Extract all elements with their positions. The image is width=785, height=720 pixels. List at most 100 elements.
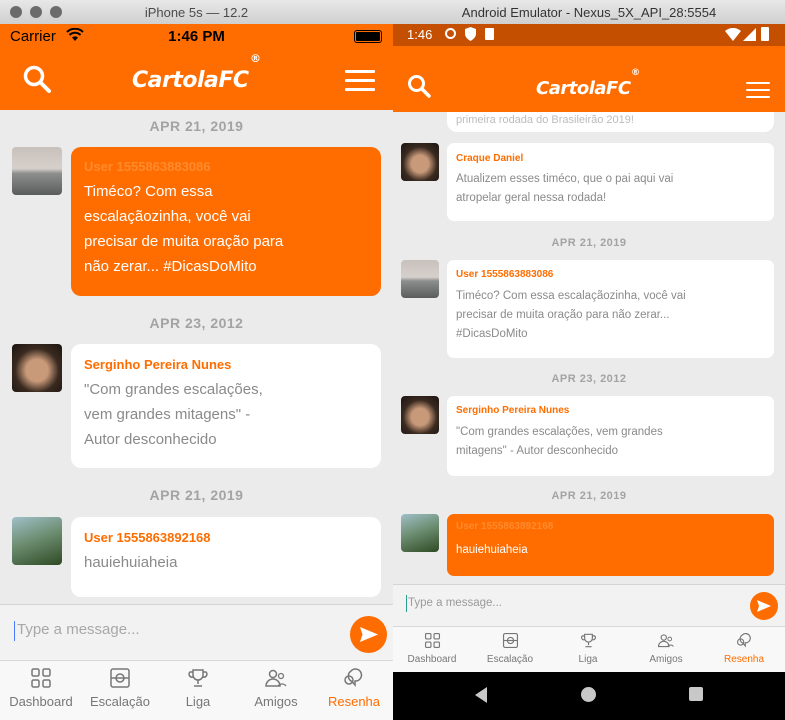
- field-icon: [110, 668, 130, 688]
- tab-label: Liga: [578, 654, 598, 665]
- dashboard-icon: [31, 668, 51, 688]
- ios-window-title: iPhone 5s — 12.2: [144, 5, 249, 20]
- message-input[interactable]: Type a message...: [17, 621, 140, 638]
- message-text-line: "Com grandes escalações, vem grandes: [456, 426, 663, 438]
- message-username: Craque Daniel: [456, 153, 524, 164]
- ios-app-header: CartolaFC ®: [0, 48, 393, 110]
- avatar[interactable]: [12, 147, 62, 195]
- cartola-logo: CartolaFC: [132, 68, 249, 93]
- menu-icon[interactable]: [746, 82, 770, 98]
- android-clock: 1:46: [407, 27, 433, 42]
- settings-icon: [445, 28, 456, 39]
- message-text-line: precisar de muita oração para não zerar.…: [456, 309, 670, 321]
- ios-status-bar: Carrier 1:46 PM: [0, 24, 393, 48]
- date-separator: APR 23, 2012: [149, 315, 244, 331]
- tab-dashboard[interactable]: Dashboard: [393, 632, 471, 665]
- ios-clock: 1:46 PM: [168, 28, 225, 45]
- message-username: Serginho Pereira Nunes: [84, 357, 232, 372]
- tab-escalacao[interactable]: Escalação: [80, 667, 160, 709]
- logo-mark: ®: [250, 52, 261, 65]
- signal-icon: [743, 28, 756, 44]
- avatar[interactable]: [401, 514, 439, 552]
- message-username: User 1555863892168: [84, 530, 211, 545]
- message-text-line: Timéco? Com essa: [84, 183, 213, 200]
- date-separator: APR 23, 2012: [551, 373, 627, 385]
- message-bubble[interactable]: Serginho Pereira Nunes "Com grandes esca…: [71, 344, 381, 468]
- trophy-icon: [580, 633, 596, 648]
- message-text-line: hauiehuiahei​a: [456, 544, 528, 556]
- tab-escalacao[interactable]: Escalação: [471, 632, 549, 665]
- ios-chat-body[interactable]: APR 21, 2019 User 1555863883086 Timéco? …: [0, 110, 393, 604]
- avatar[interactable]: [401, 396, 439, 434]
- ios-simulator-window: iPhone 5s — 12.2 Carrier 1:46 PM Cartola…: [0, 0, 393, 720]
- message-bubble[interactable]: primeira rodada do Brasileirão 2019!: [447, 112, 774, 132]
- tab-liga[interactable]: Liga: [549, 632, 627, 665]
- text-cursor: [406, 595, 407, 612]
- tab-label: Escalação: [90, 694, 150, 709]
- message-username: User 1555863883086: [456, 269, 554, 280]
- back-icon[interactable]: [473, 686, 489, 709]
- menu-icon[interactable]: [345, 70, 375, 92]
- tab-label: Liga: [185, 694, 211, 709]
- sd-card-icon: [485, 28, 494, 40]
- message-text-line: precisar de muita oração para: [84, 233, 284, 250]
- logo-mark: ®: [631, 68, 640, 78]
- recents-icon[interactable]: [689, 687, 703, 701]
- friends-icon: [657, 634, 674, 648]
- message-text-line: escalaçãozinha, você vai: [84, 208, 251, 225]
- tab-liga[interactable]: Liga: [158, 667, 238, 709]
- android-chat-body[interactable]: primeira rodada do Brasileirão 2019! Cra…: [393, 112, 785, 584]
- tab-resenha[interactable]: Resenha: [705, 632, 783, 665]
- message-text-line: mitagens" - Autor desconhecido: [456, 445, 618, 457]
- android-tab-bar: Dashboard Escalação Liga Amigos Resenha: [393, 626, 785, 673]
- tab-amigos[interactable]: Amigos: [236, 667, 316, 709]
- tab-label: Amigos: [254, 694, 298, 709]
- tab-resenha[interactable]: Resenha: [314, 667, 393, 709]
- message-text-line: Atualizem esses timéco, que o pai aqui v…: [456, 173, 674, 185]
- android-nav-bar: [393, 672, 785, 720]
- tab-label: Escalação: [486, 654, 534, 665]
- battery-icon: [761, 27, 769, 41]
- android-composer: Type a message...: [393, 584, 785, 627]
- android-window-titlebar: Android Emulator - Nexus_5X_API_28:5554: [393, 0, 785, 25]
- message-text-line: não zerar... #DicasDoMito: [84, 258, 257, 275]
- tab-label: Dashboard: [407, 654, 457, 665]
- friends-icon: [265, 669, 287, 687]
- android-window-title: Android Emulator - Nexus_5X_API_28:5554: [461, 5, 717, 20]
- avatar[interactable]: [401, 143, 439, 181]
- ios-window-titlebar: iPhone 5s — 12.2: [0, 0, 393, 25]
- message-text-line: "Com grandes escalações,: [84, 381, 263, 398]
- field-icon: [502, 632, 518, 649]
- tab-amigos[interactable]: Amigos: [627, 632, 705, 665]
- message-bubble[interactable]: Serginho Pereira Nunes "Com grandes esca…: [447, 396, 774, 476]
- message-bubble[interactable]: User 1555863883086 Timéco? Com essa esca…: [71, 147, 381, 296]
- message-bubble[interactable]: User 1555863892168 hauiehuiahei​a: [71, 517, 381, 597]
- send-icon: [757, 600, 771, 612]
- tab-label: Amigos: [649, 654, 683, 665]
- text-cursor: [14, 621, 15, 641]
- send-button[interactable]: [750, 592, 778, 620]
- shield-icon: [465, 27, 476, 44]
- tab-label: Resenha: [723, 654, 765, 665]
- search-icon[interactable]: [22, 64, 52, 99]
- message-text-line: hauiehuiahei​a: [84, 554, 178, 571]
- chat-icon: [736, 633, 751, 648]
- android-app-header: CartolaFC ®: [393, 46, 785, 112]
- date-separator: APR 21, 2019: [551, 237, 627, 249]
- cartola-logo: CartolaFC: [536, 78, 631, 99]
- avatar[interactable]: [12, 517, 62, 565]
- message-bubble[interactable]: User 1555863883086 Timéco? Com essa esca…: [447, 260, 774, 358]
- search-icon[interactable]: [407, 74, 431, 103]
- message-bubble[interactable]: Craque Daniel Atualizem esses timéco, qu…: [447, 143, 774, 221]
- message-text-line: Timéco? Com essa escalaçãozinha, você va…: [456, 290, 686, 302]
- avatar[interactable]: [12, 344, 62, 392]
- message-bubble[interactable]: User 1555863892168 hauiehuiahei​a: [447, 514, 774, 576]
- send-button[interactable]: [350, 616, 387, 653]
- home-icon[interactable]: [581, 687, 596, 702]
- message-input[interactable]: Type a message...: [408, 597, 502, 609]
- tab-dashboard[interactable]: Dashboard: [0, 667, 82, 709]
- ios-composer: Type a message...: [0, 604, 393, 661]
- avatar[interactable]: [401, 260, 439, 298]
- ios-tab-bar: Dashboard Escalação Liga Amigos Resenha: [0, 660, 393, 720]
- message-username: User 1555863892168: [456, 521, 554, 532]
